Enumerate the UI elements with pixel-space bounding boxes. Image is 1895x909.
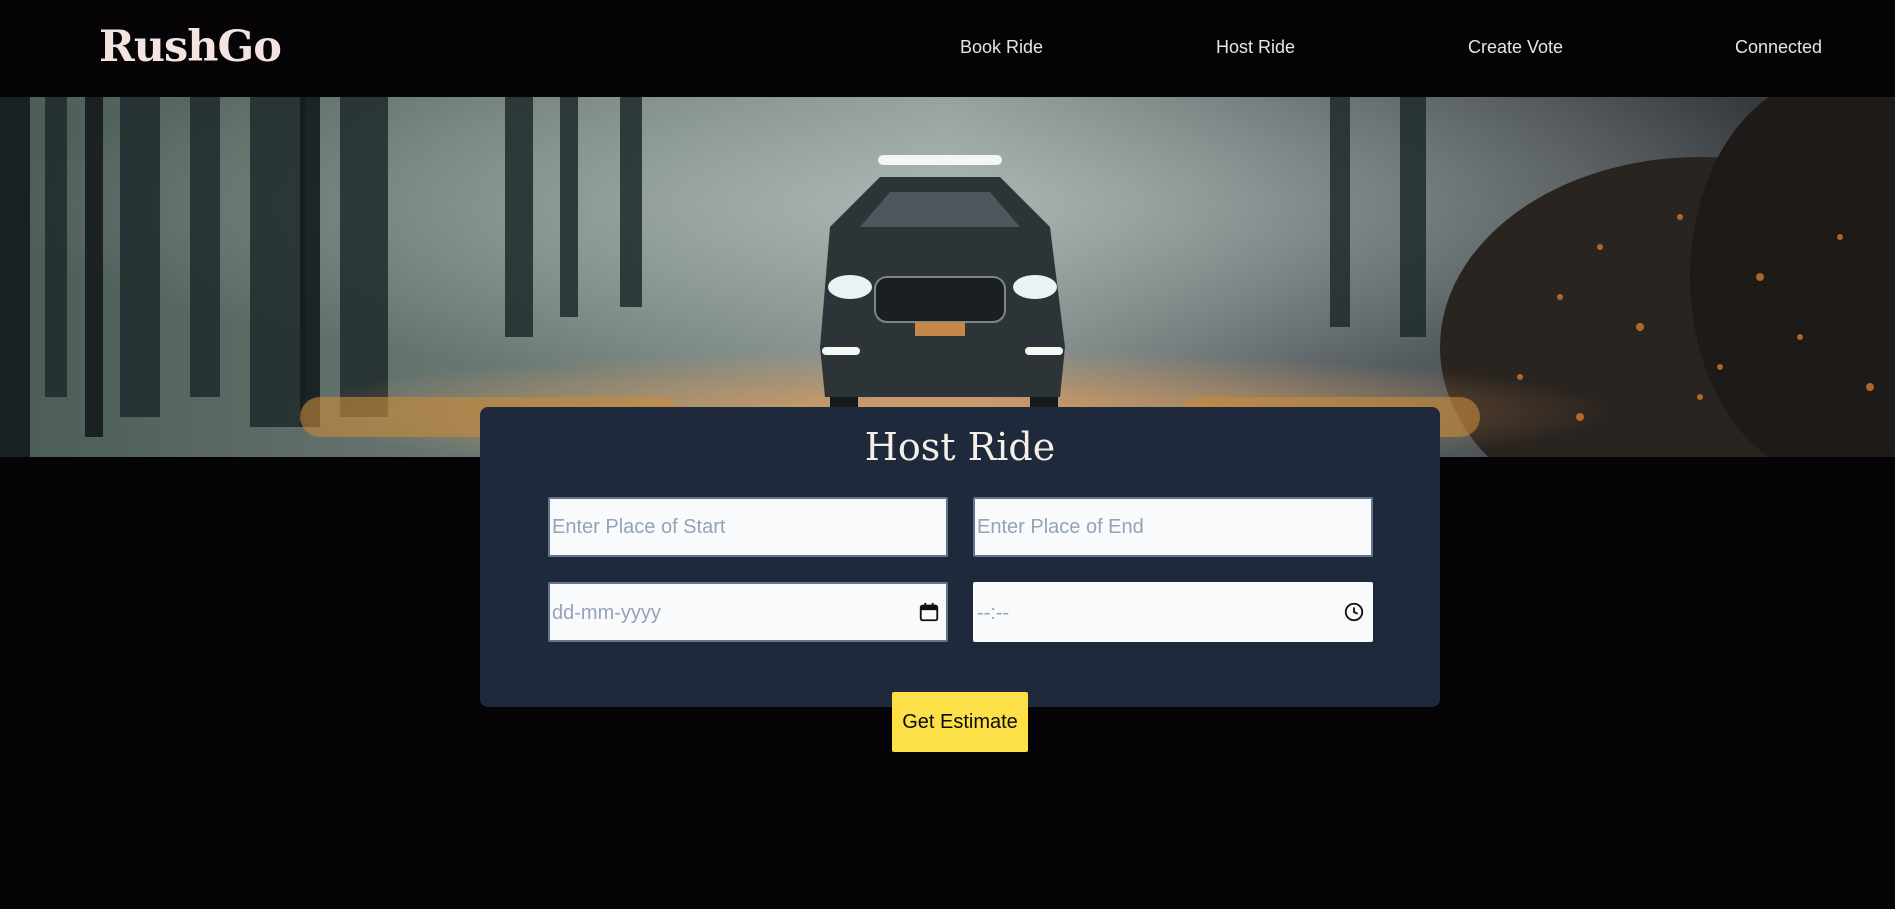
- nav-connected[interactable]: Connected: [1735, 37, 1822, 58]
- get-estimate-button[interactable]: Get Estimate: [892, 692, 1028, 752]
- date-input[interactable]: dd-mm-yyyy: [548, 582, 948, 642]
- calendar-icon[interactable]: [918, 601, 940, 623]
- date-placeholder: dd-mm-yyyy: [552, 602, 661, 624]
- brand-logo[interactable]: RushGo: [99, 22, 282, 72]
- start-place-input[interactable]: [548, 497, 948, 557]
- hero-banner-image: [0, 97, 1895, 457]
- end-place-input[interactable]: [973, 497, 1373, 557]
- time-input[interactable]: --:--: [973, 582, 1373, 642]
- clock-icon[interactable]: [1343, 601, 1365, 623]
- form-title: Host Ride: [864, 425, 1056, 469]
- host-ride-form-card: Host Ride dd-mm-yyyy --:--: [480, 407, 1440, 707]
- top-navbar: RushGo Book Ride Host Ride Create Vote C…: [0, 0, 1895, 97]
- nav-book-ride[interactable]: Book Ride: [960, 37, 1043, 58]
- nav-create-vote[interactable]: Create Vote: [1468, 37, 1563, 58]
- nav-host-ride[interactable]: Host Ride: [1216, 37, 1295, 58]
- time-placeholder: --:--: [977, 602, 1010, 624]
